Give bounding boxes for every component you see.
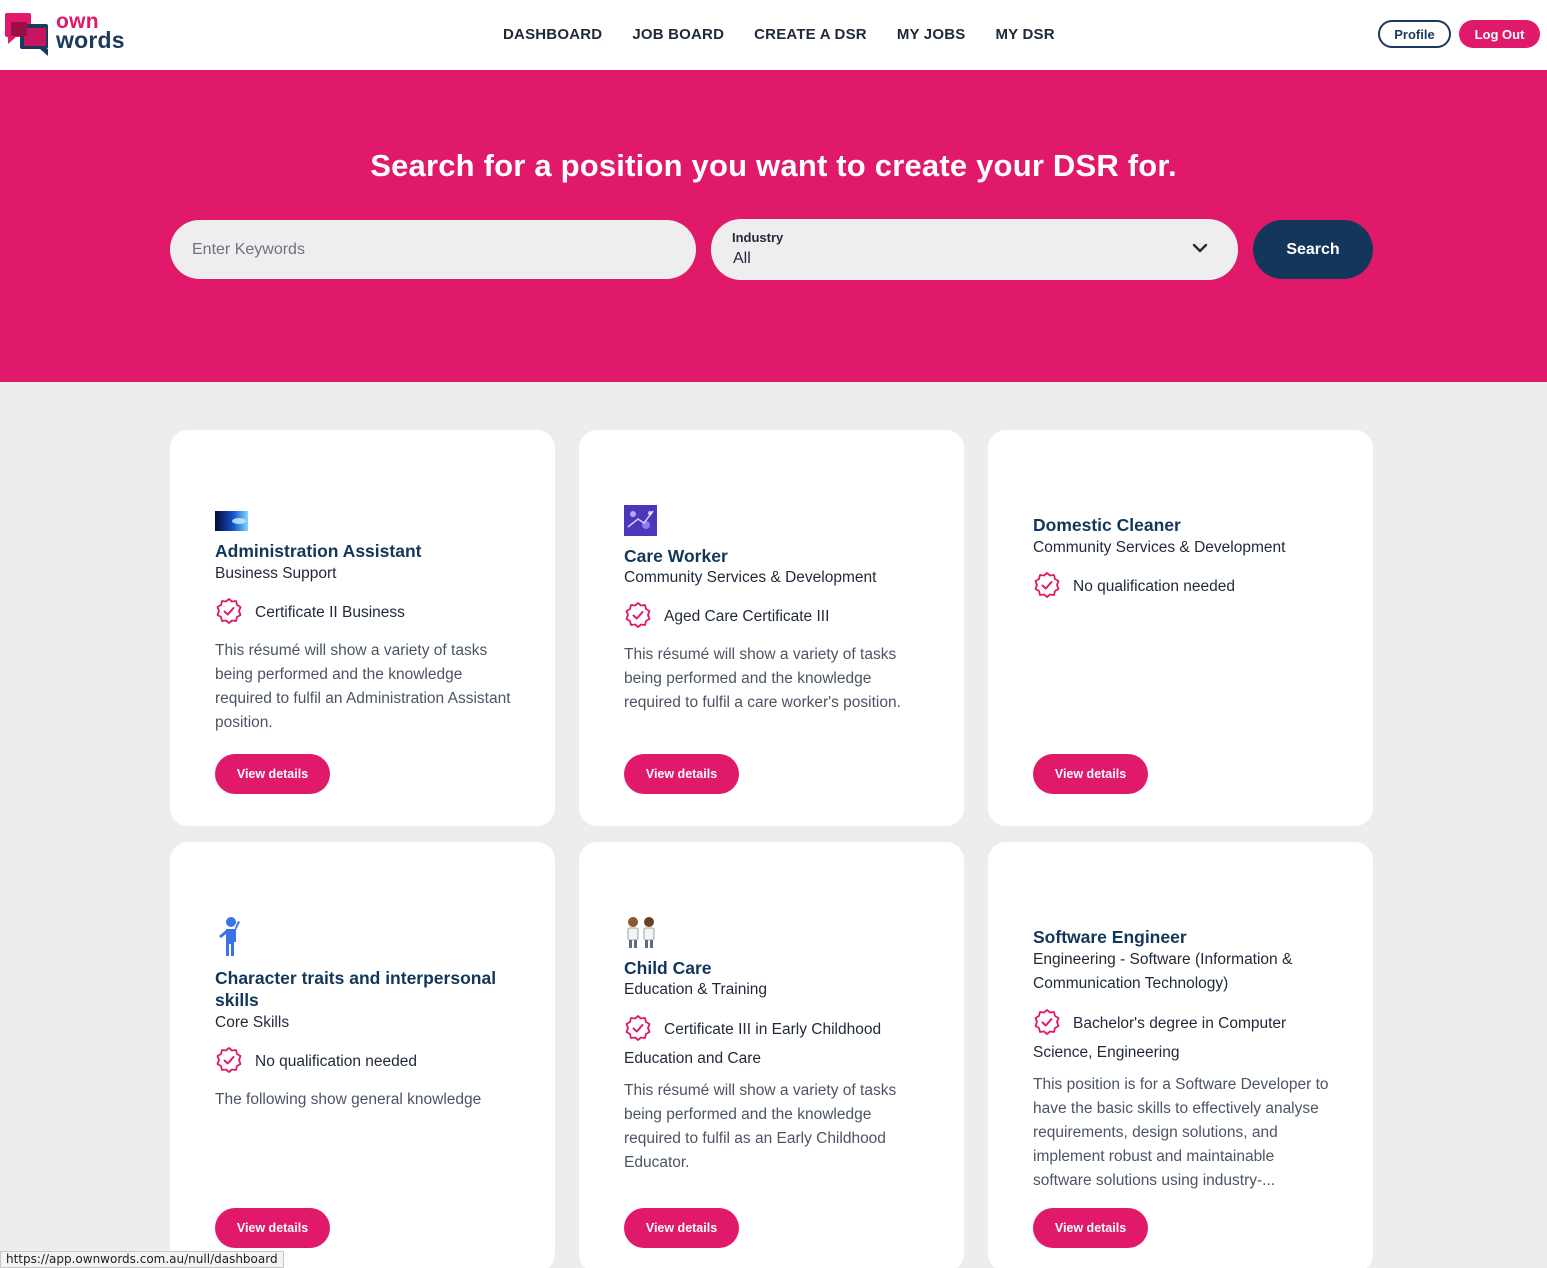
blue-light-image-icon [215,511,248,531]
profile-button[interactable]: Profile [1378,20,1451,48]
job-qualification: Aged Care Certificate III [624,602,924,631]
industry-select[interactable]: Industry All [711,219,1238,280]
job-industry: Community Services & Development [624,569,877,586]
job-industry: Engineering - Software (Information & Co… [1033,951,1293,992]
job-qualification: Bachelor's degree in Computer Science, E… [1033,1009,1333,1067]
certificate-seal-icon [216,598,242,624]
view-details-button[interactable]: View details [1033,1208,1148,1248]
job-title: Character traits and interpersonal skill… [215,968,497,1010]
person-figure-icon [219,917,240,956]
job-title: Child Care [624,958,712,978]
nav-dashboard[interactable]: DASHBOARD [488,24,617,46]
job-qualification: Certificate III in Early Childhood Educa… [624,1015,924,1073]
job-card-care-worker: Care Worker Community Services & Develop… [579,430,964,826]
job-card-child-care: Child Care Education & Training Certific… [579,842,964,1268]
job-card-character-traits: Character traits and interpersonal skill… [170,842,555,1268]
certificate-seal-icon [1034,1009,1060,1035]
top-navigation-bar: own words DASHBOARD JOB BOARD CREATE A D… [0,0,1547,70]
job-title: Domestic Cleaner [1033,515,1181,535]
job-description: This résumé will show a variety of tasks… [624,646,901,711]
job-industry: Education & Training [624,981,768,998]
nav-my-dsr[interactable]: MY DSR [980,24,1069,46]
speech-bubbles-logo-icon [5,13,48,56]
keywords-input[interactable] [170,220,696,279]
two-people-icon [627,917,655,948]
job-industry: Core Skills [215,1014,290,1031]
job-qualification: No qualification needed [215,1047,515,1076]
job-description: This résumé will show a variety of tasks… [215,642,511,731]
chevron-down-icon [1192,243,1208,253]
certificate-seal-icon [625,602,651,628]
view-details-button[interactable]: View details [215,754,330,794]
job-description: This résumé will show a variety of tasks… [624,1082,897,1171]
job-card-administration-assistant: Administration Assistant Business Suppor… [170,430,555,826]
nav-my-jobs[interactable]: MY JOBS [882,24,981,46]
hero-title: Search for a position you want to create… [370,148,1177,183]
view-details-button[interactable]: View details [624,1208,739,1248]
search-hero: Search for a position you want to create… [0,70,1547,382]
purple-pattern-image-icon [624,505,657,536]
certificate-seal-icon [216,1047,242,1073]
link-preview-status-bar: https://app.ownwords.com.au/null/dashboa… [0,1251,284,1268]
view-details-button[interactable]: View details [1033,754,1148,794]
job-industry: Community Services & Development [1033,539,1286,556]
job-card-domestic-cleaner: Domestic Cleaner Community Services & De… [988,430,1373,826]
job-description: The following show general knowledge [215,1091,482,1108]
view-details-button[interactable]: View details [624,754,739,794]
job-description: This position is for a Software Develope… [1033,1076,1329,1189]
industry-value: All [733,250,751,267]
job-title: Administration Assistant [215,541,422,561]
job-qualification: No qualification needed [1033,572,1333,601]
job-title: Care Worker [624,546,728,566]
nav-job-board[interactable]: JOB BOARD [617,24,739,46]
nav-create-dsr[interactable]: CREATE A DSR [739,24,882,46]
ownwords-logo[interactable]: own words [4,10,134,56]
job-qualification: Certificate II Business [215,598,515,627]
certificate-seal-icon [1034,572,1060,598]
job-title: Software Engineer [1033,927,1187,947]
job-industry: Business Support [215,565,337,582]
view-details-button[interactable]: View details [215,1208,330,1248]
logout-button[interactable]: Log Out [1459,20,1540,48]
main-nav: DASHBOARD JOB BOARD CREATE A DSR MY JOBS… [488,24,1070,46]
logo-wordmark: own words [56,10,125,53]
industry-label: Industry [732,230,784,245]
search-button[interactable]: Search [1253,220,1373,279]
job-card-software-engineer: Software Engineer Engineering - Software… [988,842,1373,1268]
certificate-seal-icon [625,1015,651,1041]
